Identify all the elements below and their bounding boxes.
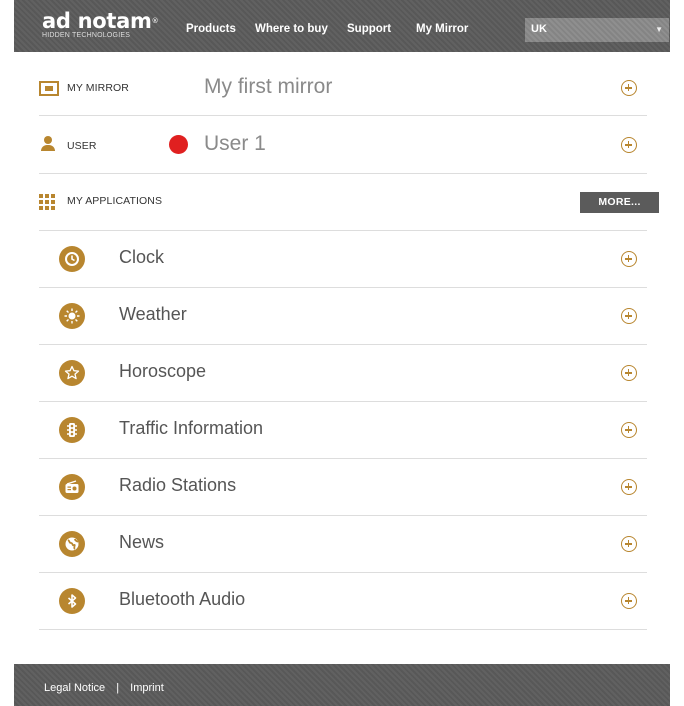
applications-header-row: MY APPLICATIONS MORE... [39,174,659,231]
more-button[interactable]: MORE... [580,192,659,213]
brand-tagline: HIDDEN TECHNOLOGIES [42,32,131,39]
star-icon [59,360,85,386]
brand-logo[interactable]: ad notam® HIDDEN TECHNOLOGIES [42,9,159,40]
nav-products[interactable]: Products [186,23,236,35]
app-label: Horoscope [119,361,207,381]
user-icon [40,136,56,152]
nav-where-to-buy[interactable]: Where to buy [255,23,328,35]
nav-support[interactable]: Support [347,23,391,35]
site-footer: Legal Notice | Imprint [14,664,670,706]
add-plus-icon[interactable] [621,593,637,609]
user-name[interactable]: User 1 [204,132,266,156]
traffic-light-icon [59,417,85,443]
site-header: ad notam® HIDDEN TECHNOLOGIES Products W… [14,0,670,52]
mirror-icon [39,81,59,96]
applications-label: MY APPLICATIONS [67,195,163,207]
add-plus-icon[interactable] [621,365,637,381]
app-row-news[interactable]: News [39,516,647,573]
app-row-bluetooth[interactable]: Bluetooth Audio [39,573,647,630]
user-expand-plus-icon[interactable] [621,137,637,153]
user-label: USER [67,140,97,152]
app-label: Traffic Information [119,418,264,438]
mirror-expand-plus-icon[interactable] [621,80,637,96]
country-select[interactable]: UK ▼ [525,18,669,42]
app-label: Bluetooth Audio [119,589,246,609]
app-row-traffic[interactable]: Traffic Information [39,402,647,459]
app-row-weather[interactable]: Weather [39,288,647,345]
nav-my-mirror[interactable]: My Mirror [416,23,468,35]
add-plus-icon[interactable] [621,536,637,552]
app-row-radio[interactable]: Radio Stations [39,459,647,516]
footer-legal-notice-link[interactable]: Legal Notice [44,682,105,694]
mirror-name[interactable]: My first mirror [204,75,332,99]
add-plus-icon[interactable] [621,251,637,267]
radio-icon [59,474,85,500]
clock-icon [59,246,85,272]
bluetooth-icon [59,588,85,614]
app-label: News [119,532,165,552]
mirror-row: MY MIRROR My first mirror [39,58,647,116]
sun-icon [59,303,85,329]
user-row: USER User 1 [39,116,647,174]
registered-mark: ® [151,17,159,25]
country-value: UK [531,23,547,35]
footer-imprint-link[interactable]: Imprint [130,682,164,694]
chevron-down-icon: ▼ [655,25,663,34]
brand-name: ad notam [42,9,152,33]
app-label: Weather [119,304,187,324]
app-label: Clock [119,247,165,267]
apps-grid-icon [39,194,55,210]
mirror-label: MY MIRROR [67,82,129,94]
user-color-dot [169,135,188,154]
app-label: Radio Stations [119,475,237,495]
globe-icon [59,531,85,557]
app-row-clock[interactable]: Clock [39,231,647,288]
add-plus-icon[interactable] [621,422,637,438]
footer-separator: | [116,682,120,694]
add-plus-icon[interactable] [621,308,637,324]
add-plus-icon[interactable] [621,479,637,495]
app-row-horoscope[interactable]: Horoscope [39,345,647,402]
